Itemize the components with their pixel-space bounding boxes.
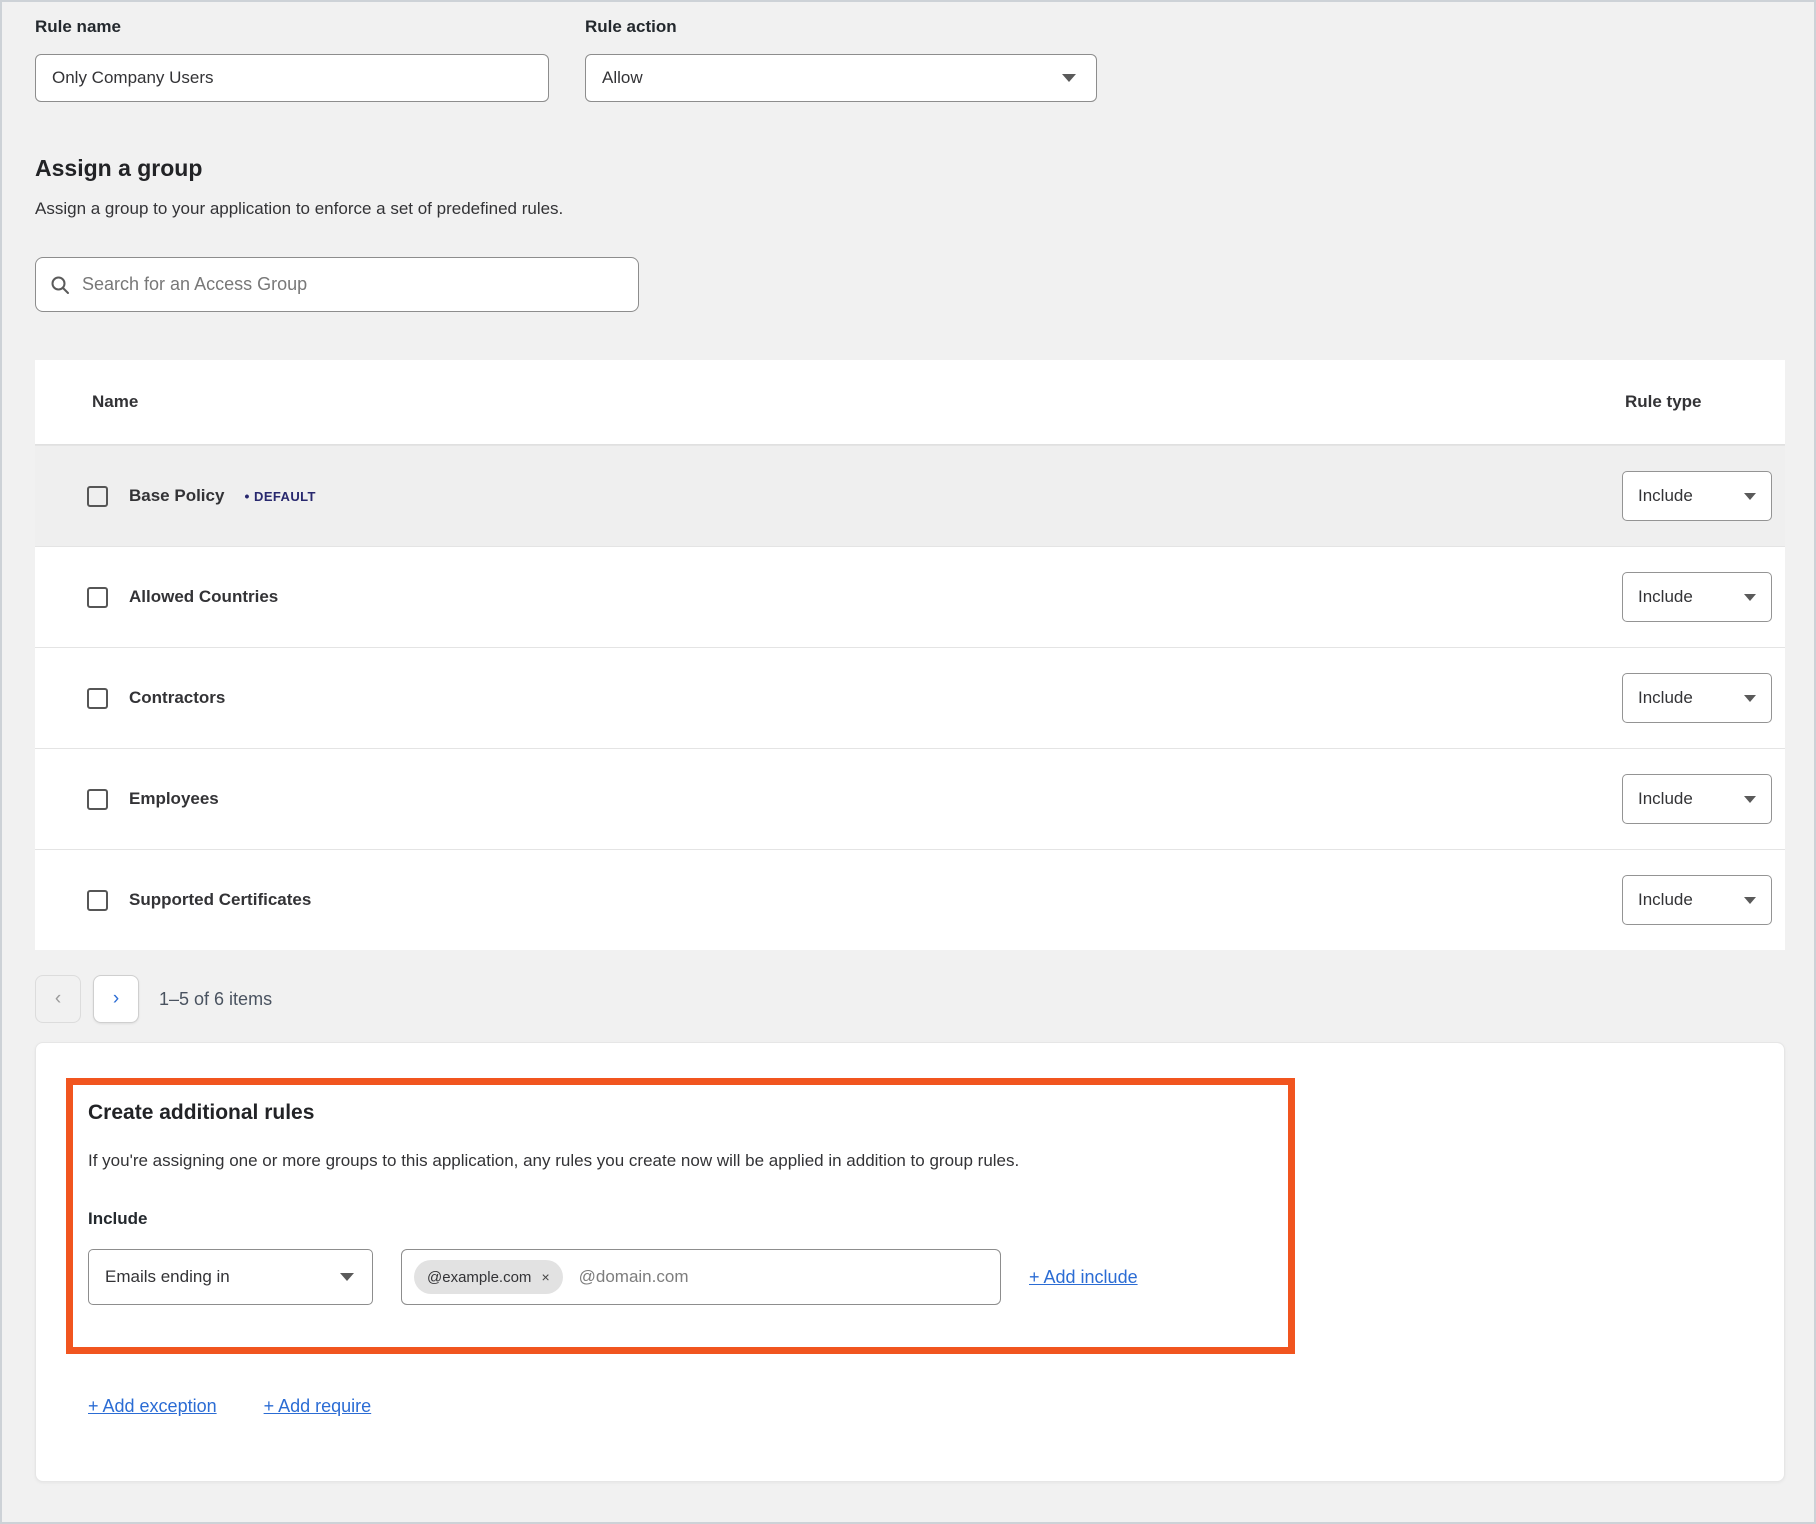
assign-group-description: Assign a group to your application to en…: [35, 199, 1781, 219]
next-page-button[interactable]: ›: [93, 975, 139, 1023]
email-domain-text-input[interactable]: [579, 1267, 988, 1287]
rule-type-select[interactable]: Include: [1622, 875, 1772, 925]
create-additional-rules-title: Create additional rules: [88, 1101, 1268, 1125]
rule-action-field-group: Rule action Allow: [585, 17, 1097, 102]
create-additional-rules-highlight: Create additional rules If you're assign…: [66, 1078, 1295, 1354]
rule-configuration-page: Rule name Rule action Allow Assign a gro…: [0, 0, 1816, 1524]
pagination-range-text: 1–5 of 6 items: [159, 989, 272, 1010]
rule-type-value: Include: [1638, 587, 1693, 607]
rule-type-value: Include: [1638, 789, 1693, 809]
column-header-rule-type: Rule type: [1625, 392, 1785, 412]
table-row-base-policy: Base Policy DEFAULT Include: [35, 445, 1785, 546]
remove-chip-icon[interactable]: ×: [541, 1270, 549, 1284]
row-name: Base Policy: [129, 486, 224, 506]
row-name: Allowed Countries: [129, 587, 278, 607]
row-checkbox[interactable]: [87, 587, 108, 608]
add-require-link[interactable]: + Add require: [264, 1396, 372, 1417]
previous-page-button[interactable]: ‹: [35, 975, 81, 1023]
access-group-search[interactable]: [35, 257, 639, 312]
rule-form: Rule name Rule action Allow: [35, 17, 1781, 102]
rule-type-value: Include: [1638, 486, 1693, 506]
email-domains-input[interactable]: @example.com ×: [401, 1249, 1001, 1305]
rule-name-label: Rule name: [35, 17, 549, 37]
assign-group-title: Assign a group: [35, 155, 1781, 182]
search-icon: [50, 275, 70, 295]
chevron-down-icon: [1744, 594, 1756, 601]
table-row-allowed-countries: Allowed Countries Include: [35, 546, 1785, 647]
access-group-search-input[interactable]: [82, 274, 624, 295]
chevron-down-icon: [1744, 493, 1756, 500]
rule-action-select[interactable]: Allow: [585, 54, 1097, 102]
add-exception-link[interactable]: + Add exception: [88, 1396, 217, 1417]
chevron-left-icon: ‹: [55, 988, 61, 1010]
rule-type-select[interactable]: Include: [1622, 471, 1772, 521]
chevron-down-icon: [340, 1273, 354, 1281]
create-additional-rules-description: If you're assigning one or more groups t…: [88, 1151, 1268, 1171]
include-label: Include: [88, 1209, 1268, 1229]
rule-type-value: Include: [1638, 890, 1693, 910]
rule-type-select[interactable]: Include: [1622, 673, 1772, 723]
rule-type-select[interactable]: Include: [1622, 774, 1772, 824]
rule-action-value: Allow: [602, 68, 643, 88]
email-chip-label: @example.com: [427, 1269, 531, 1286]
chevron-down-icon: [1744, 796, 1756, 803]
email-chip: @example.com ×: [414, 1260, 563, 1294]
rule-criteria-value: Emails ending in: [105, 1267, 230, 1287]
table-row-employees: Employees Include: [35, 748, 1785, 849]
row-checkbox[interactable]: [87, 688, 108, 709]
row-name: Contractors: [129, 688, 225, 708]
rule-footer-links: + Add exception + Add require: [88, 1396, 1784, 1417]
rule-type-select[interactable]: Include: [1622, 572, 1772, 622]
default-badge: DEFAULT: [244, 488, 315, 504]
column-header-name: Name: [92, 392, 138, 412]
row-checkbox[interactable]: [87, 486, 108, 507]
table-row-supported-certificates: Supported Certificates Include: [35, 849, 1785, 950]
add-include-link[interactable]: + Add include: [1029, 1267, 1138, 1288]
row-name: Employees: [129, 789, 219, 809]
rule-name-field-group: Rule name: [35, 17, 549, 102]
rule-criteria-select[interactable]: Emails ending in: [88, 1249, 373, 1305]
table-header: Name Rule type: [35, 360, 1785, 445]
chevron-down-icon: [1744, 897, 1756, 904]
pagination: ‹ › 1–5 of 6 items: [35, 975, 1781, 1023]
rule-type-value: Include: [1638, 688, 1693, 708]
table-row-contractors: Contractors Include: [35, 647, 1785, 748]
chevron-down-icon: [1062, 74, 1076, 82]
additional-rules-card: Create additional rules If you're assign…: [35, 1042, 1785, 1482]
rule-name-input[interactable]: [35, 54, 549, 102]
rule-action-label: Rule action: [585, 17, 1097, 37]
row-checkbox[interactable]: [87, 789, 108, 810]
chevron-down-icon: [1744, 695, 1756, 702]
include-rule-row: Emails ending in @example.com × + Add in…: [88, 1249, 1268, 1305]
row-checkbox[interactable]: [87, 890, 108, 911]
access-groups-table: Name Rule type Base Policy DEFAULT Inclu…: [35, 360, 1785, 950]
chevron-right-icon: ›: [113, 988, 119, 1010]
row-name: Supported Certificates: [129, 890, 311, 910]
